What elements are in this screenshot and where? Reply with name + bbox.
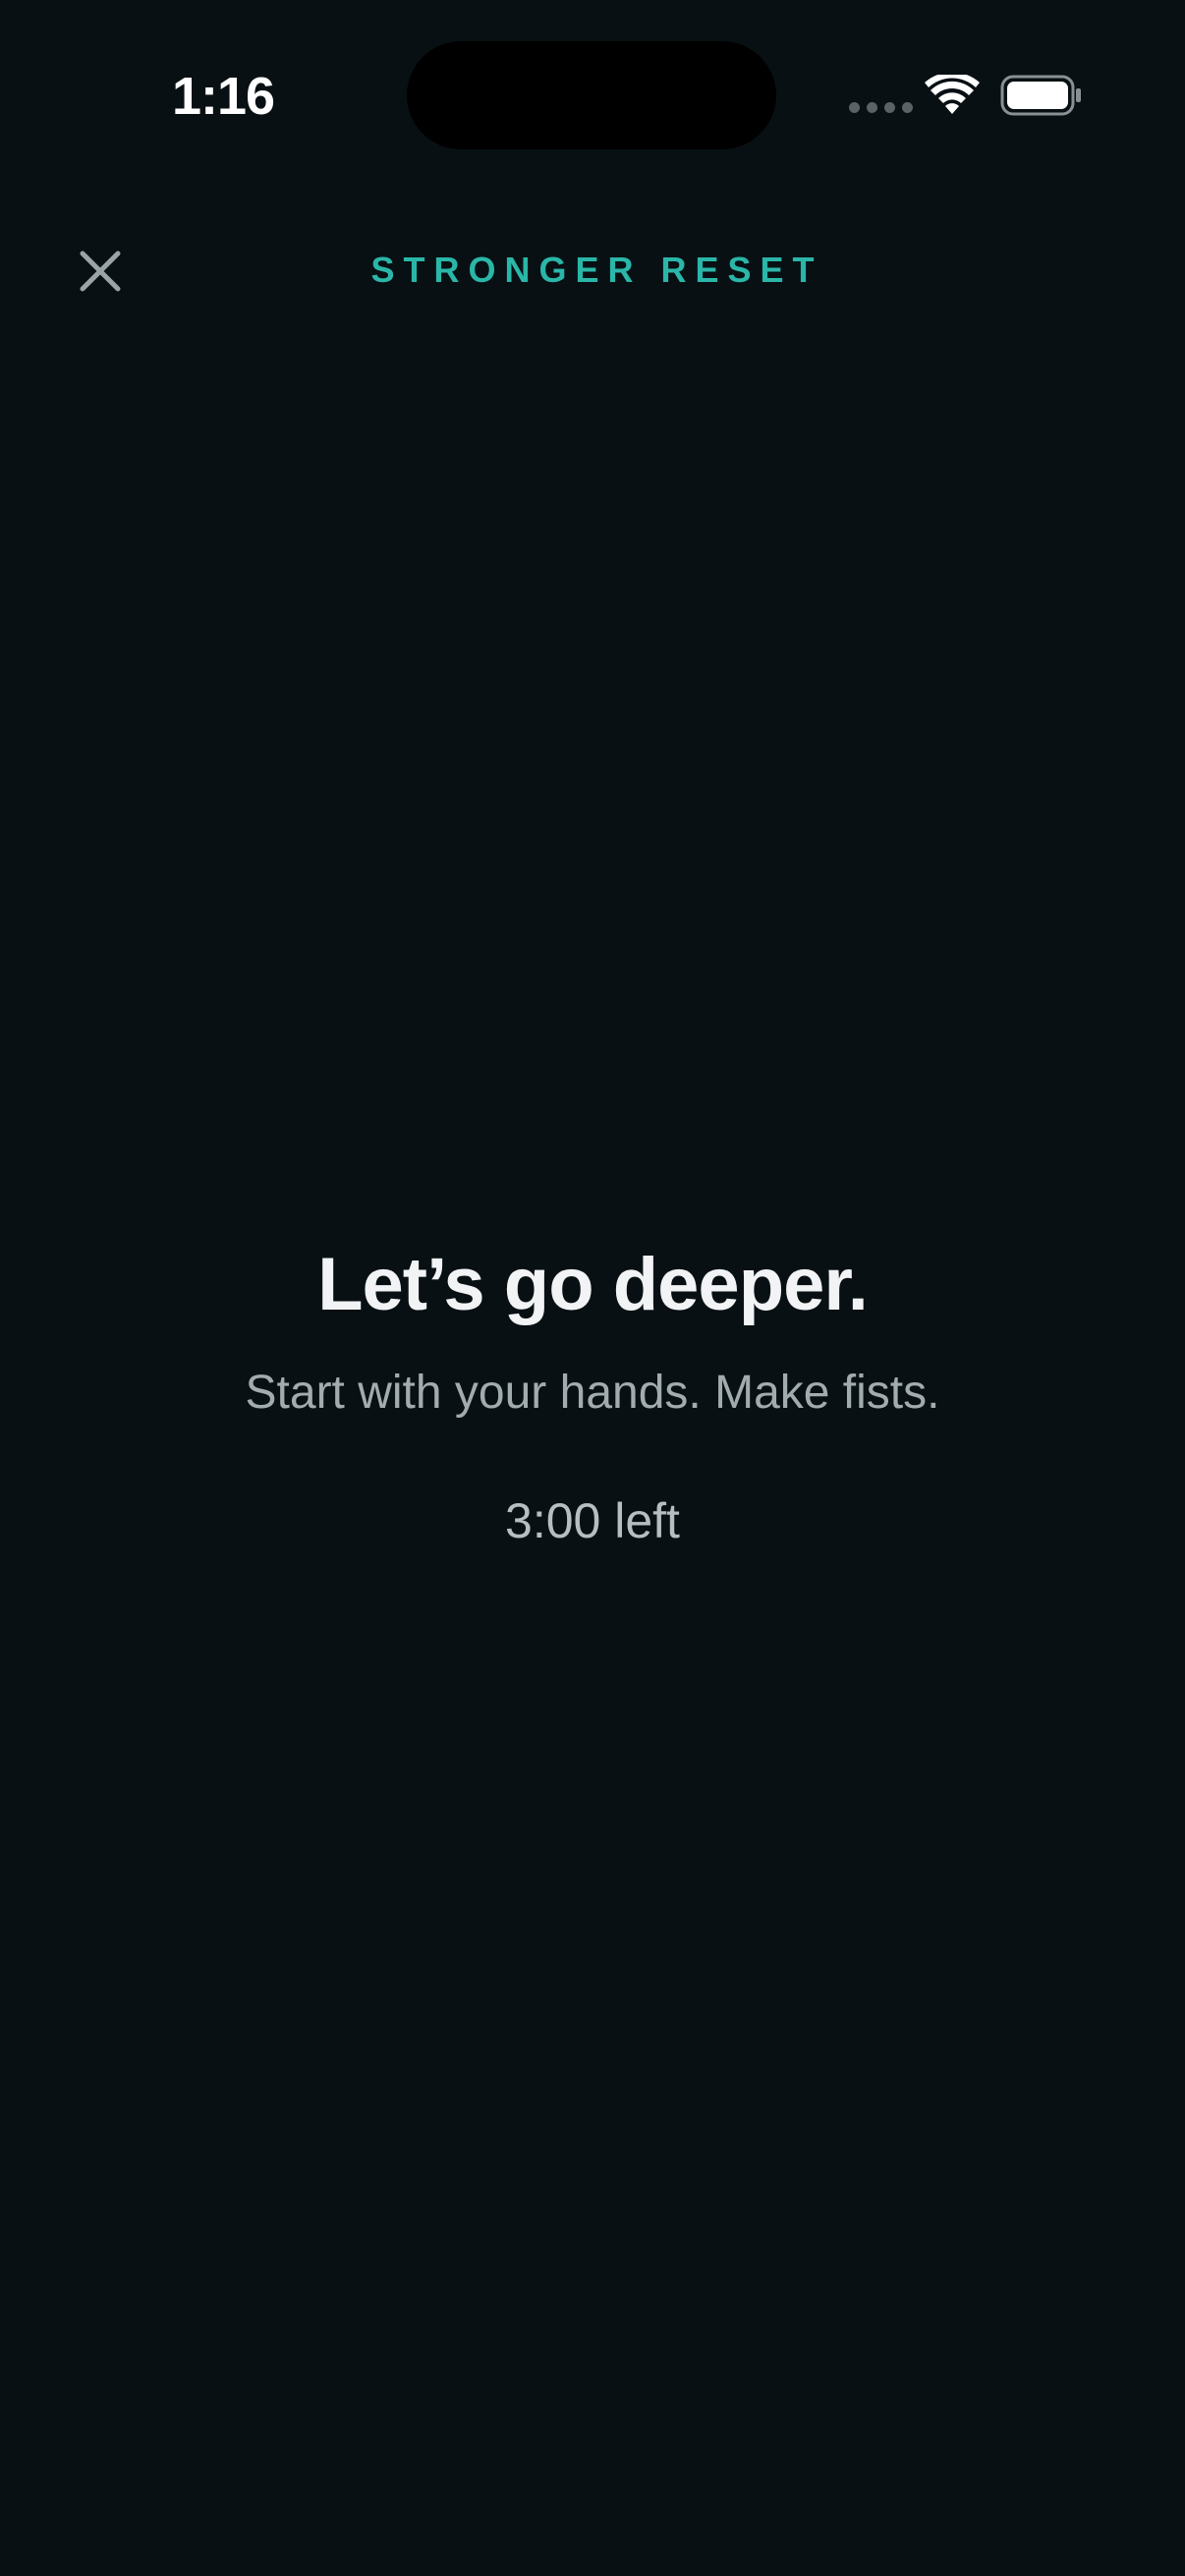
status-bar: 1:16: [0, 0, 1185, 196]
exercise-content: Let’s go deeper. Start with your hands. …: [0, 1238, 1185, 1552]
status-time: 1:16: [172, 67, 275, 126]
time-remaining: 3:00 left: [505, 1493, 680, 1548]
dynamic-island: [407, 41, 776, 149]
battery-icon: [1000, 75, 1081, 116]
session-title: STRONGER RESET: [370, 250, 823, 290]
wifi-icon: [925, 75, 980, 114]
instruction-text: Start with your hands. Make fists.: [245, 1367, 940, 1419]
headline: Let’s go deeper.: [317, 1243, 869, 1326]
cellular-signal-icon: [849, 102, 913, 113]
